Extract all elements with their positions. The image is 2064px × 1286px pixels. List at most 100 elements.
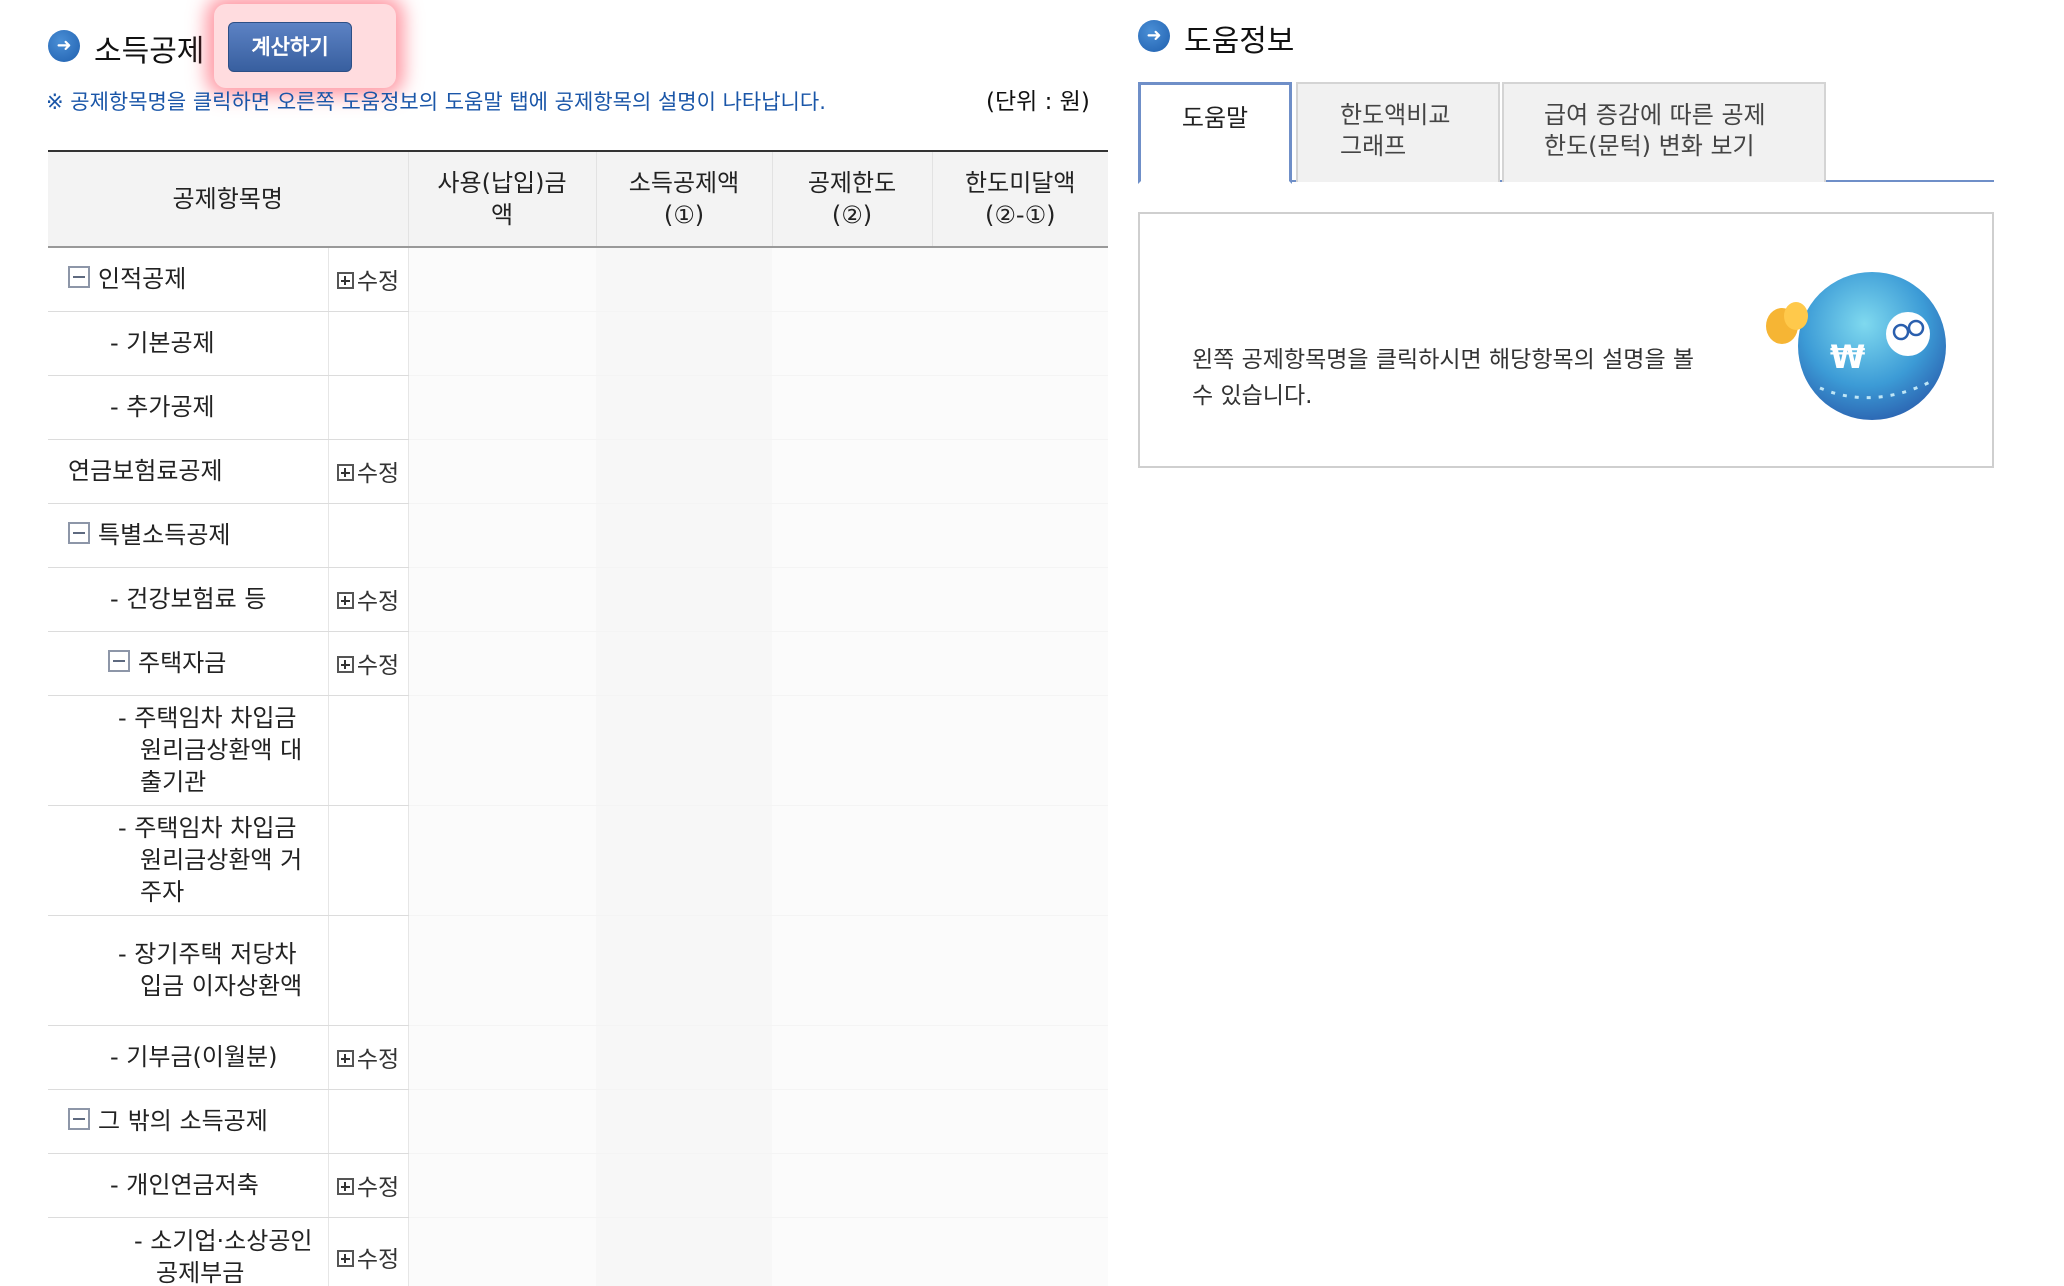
shortfall-cell [932, 1089, 1108, 1154]
edit-link[interactable]: 수정 [336, 269, 399, 295]
limit-cell [772, 439, 932, 504]
limit-cell [772, 805, 932, 916]
row-name-cell[interactable]: 주택자금 [48, 631, 328, 696]
plus-box-icon [336, 656, 354, 673]
table-row: - 주택임차 차입금 원리금상환액 대출기관 [48, 695, 1108, 806]
edit-link[interactable]: 수정 [336, 1247, 399, 1273]
row-name-cell[interactable]: - 기본공제 [48, 311, 328, 376]
section-title-income-deduction: 소득공제 [94, 34, 205, 69]
table-row: - 소기업·소상공인 공제부금 수정 [48, 1217, 1108, 1286]
row-label[interactable]: - 건강보험료 등 [110, 585, 266, 613]
table-row: - 기부금(이월분) 수정 [48, 1025, 1108, 1090]
paid-cell [408, 503, 596, 568]
tab-limit-compare-graph[interactable]: 한도액비교 그래프 [1296, 82, 1500, 182]
shortfall-cell [932, 631, 1108, 696]
row-label[interactable]: - 소기업·소상공인 공제부금 [134, 1225, 328, 1286]
header-limit: 공제한도(②) [771, 151, 932, 248]
row-name-cell[interactable]: 그 밖의 소득공제 [48, 1089, 328, 1154]
plus-box-icon [336, 272, 354, 290]
row-name-cell[interactable]: - 장기주택 저당차입금 이자상환액 [48, 915, 328, 1026]
collapse-icon[interactable] [68, 522, 90, 544]
edit-label[interactable]: 수정 [357, 1247, 399, 1273]
edit-link[interactable]: 수정 [336, 1047, 399, 1073]
row-name-cell[interactable]: - 소기업·소상공인 공제부금 [48, 1217, 328, 1286]
paid-cell [408, 805, 596, 916]
shortfall-cell [932, 503, 1108, 568]
edit-link[interactable]: 수정 [336, 1175, 399, 1201]
collapse-icon[interactable] [108, 650, 130, 672]
header-item-name: 공제항목명 [48, 151, 408, 248]
paid-cell [408, 1025, 596, 1090]
mascot-graphic: ₩ [1766, 272, 1946, 420]
row-name-cell[interactable]: 연금보험료공제 [48, 439, 328, 504]
header-paid-amount-label: 사용(납입)금액 [437, 169, 567, 229]
tab-threshold-change-label[interactable]: 급여 증감에 따른 공제 한도(문턱) 변화 보기 [1544, 100, 1794, 162]
deduction-cell [596, 375, 772, 440]
row-name-cell[interactable]: - 추가공제 [48, 375, 328, 440]
header-deduction-amount-label: 소득공제액(①) [628, 169, 740, 229]
row-name-cell[interactable]: 특별소득공제 [48, 503, 328, 568]
collapse-icon[interactable] [68, 266, 90, 289]
row-label[interactable]: 주택자금 [138, 649, 226, 677]
row-name-cell[interactable]: - 주택임차 차입금 원리금상환액 거주자 [48, 805, 328, 916]
row-label[interactable]: 특별소득공제 [98, 521, 230, 549]
deduction-cell [596, 1089, 772, 1154]
calculate-button[interactable]: 계산하기 [228, 22, 352, 72]
shortfall-cell [932, 247, 1108, 312]
row-action-cell [327, 695, 409, 806]
row-action-cell: 수정 [327, 247, 409, 312]
notice-text: ※ 공제항목명을 클릭하면 오른쪽 도움정보의 도움말 탭에 공제항목의 설명이… [46, 90, 826, 114]
row-label[interactable]: - 추가공제 [110, 393, 215, 421]
row-label[interactable]: 인적공제 [98, 265, 186, 293]
edit-link[interactable]: 수정 [336, 653, 399, 679]
header-limit-label: 공제한도(②) [807, 169, 897, 229]
row-name-cell[interactable]: - 기부금(이월분) [48, 1025, 328, 1090]
collapse-icon[interactable] [68, 1108, 90, 1130]
limit-cell [772, 1153, 932, 1218]
tab-limit-compare-graph-label[interactable]: 한도액비교 그래프 [1340, 100, 1480, 162]
row-action-cell: 수정 [327, 1025, 409, 1090]
edit-label[interactable]: 수정 [357, 461, 399, 487]
shortfall-cell [932, 695, 1108, 806]
deduction-cell [596, 311, 772, 376]
row-label[interactable]: 그 밖의 소득공제 [98, 1107, 268, 1135]
header-paid-amount: 사용(납입)금액 [407, 151, 596, 248]
row-label[interactable]: - 주택임차 차입금 원리금상환액 거주자 [118, 812, 312, 908]
edit-label[interactable]: 수정 [357, 1175, 399, 1201]
edit-label[interactable]: 수정 [357, 589, 399, 615]
plus-box-icon [336, 1050, 354, 1067]
row-label[interactable]: - 장기주택 저당차입금 이자상환액 [118, 938, 312, 1002]
plus-box-icon [336, 464, 354, 481]
plus-box-icon [336, 1178, 354, 1195]
edit-link[interactable]: 수정 [336, 461, 399, 487]
unit-label: (단위 : 원) [986, 89, 1090, 115]
row-action-cell [327, 503, 409, 568]
row-label[interactable]: - 기본공제 [110, 329, 215, 357]
mascot-icon: ₩ [1760, 264, 1950, 428]
limit-cell [772, 247, 932, 312]
row-label[interactable]: 연금보험료공제 [68, 457, 223, 485]
edit-label[interactable]: 수정 [357, 653, 399, 679]
edit-label[interactable]: 수정 [357, 1047, 399, 1073]
table-row: - 추가공제 [48, 375, 1108, 440]
row-name-cell[interactable]: - 건강보험료 등 [48, 567, 328, 632]
section-title-help-info: 도움정보 [1184, 24, 1295, 59]
row-label[interactable]: - 개인연금저축 [110, 1171, 259, 1199]
row-label[interactable]: - 기부금(이월분) [110, 1043, 278, 1071]
edit-label[interactable]: 수정 [357, 269, 399, 295]
tab-threshold-change[interactable]: 급여 증감에 따른 공제 한도(문턱) 변화 보기 [1502, 82, 1826, 182]
table-row: - 장기주택 저당차입금 이자상환액 [48, 915, 1108, 1026]
table-row: - 건강보험료 등 수정 [48, 567, 1108, 632]
row-label[interactable]: - 주택임차 차입금 원리금상환액 대출기관 [118, 702, 312, 798]
row-action-cell [327, 1089, 409, 1154]
header-deduction-amount: 소득공제액(①) [595, 151, 772, 248]
row-name-cell[interactable]: 인적공제 [48, 247, 328, 312]
table-row: 특별소득공제 [48, 503, 1108, 568]
edit-link[interactable]: 수정 [336, 589, 399, 615]
row-name-cell[interactable]: - 개인연금저축 [48, 1153, 328, 1218]
header-shortfall: 한도미달액(②-①) [931, 151, 1108, 248]
row-name-cell[interactable]: - 주택임차 차입금 원리금상환액 대출기관 [48, 695, 328, 806]
tab-help[interactable]: 도움말 [1138, 82, 1292, 184]
limit-cell [772, 631, 932, 696]
shortfall-cell [932, 567, 1108, 632]
